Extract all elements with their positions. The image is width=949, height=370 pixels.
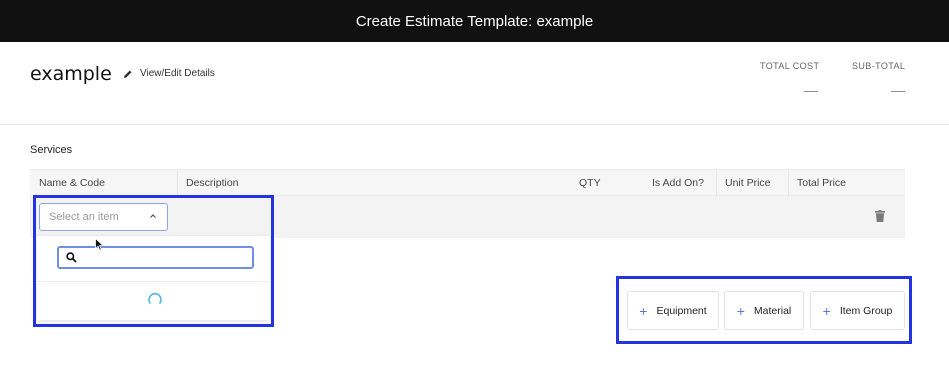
column-divider (788, 170, 789, 196)
page-header: example View/Edit Details TOTAL COST — S… (0, 42, 949, 125)
page-title: example (30, 63, 112, 85)
add-item-group-label: Item Group (839, 304, 893, 317)
column-header-name-code: Name & Code (39, 177, 105, 189)
column-header-qty: QTY (579, 177, 601, 189)
total-cost-value: — (804, 82, 818, 98)
column-header-total-price: Total Price (797, 177, 847, 189)
view-edit-details-link[interactable]: View/Edit Details (123, 68, 215, 79)
highlight-box (33, 195, 274, 327)
column-header-is-add-on: Is Add On? (652, 177, 704, 189)
plus-icon: + (639, 302, 648, 319)
add-equipment-label: Equipment (656, 304, 707, 317)
services-table-header: Name & Code Description QTY Is Add On? U… (30, 169, 905, 196)
total-cost-label: TOTAL COST (760, 61, 820, 71)
trash-icon[interactable] (875, 210, 885, 222)
column-divider (177, 170, 178, 196)
sub-total-label: SUB-TOTAL (852, 61, 906, 71)
sub-total-value: — (891, 82, 905, 98)
plus-icon: + (822, 302, 831, 319)
add-equipment-button[interactable]: + Equipment (627, 291, 719, 330)
column-header-unit-price: Unit Price (725, 177, 771, 189)
top-bar: Create Estimate Template: example (0, 0, 949, 42)
add-item-group-button[interactable]: + Item Group (810, 291, 905, 330)
column-divider (716, 170, 717, 196)
add-material-button[interactable]: + Material (724, 291, 804, 330)
column-header-description: Description (186, 177, 239, 189)
add-material-label: Material (753, 304, 792, 317)
window-title: Create Estimate Template: example (355, 12, 594, 30)
plus-icon: + (736, 302, 745, 319)
section-title-services: Services (30, 144, 73, 156)
pencil-icon (124, 70, 132, 78)
edit-link-label: View/Edit Details (140, 68, 215, 79)
